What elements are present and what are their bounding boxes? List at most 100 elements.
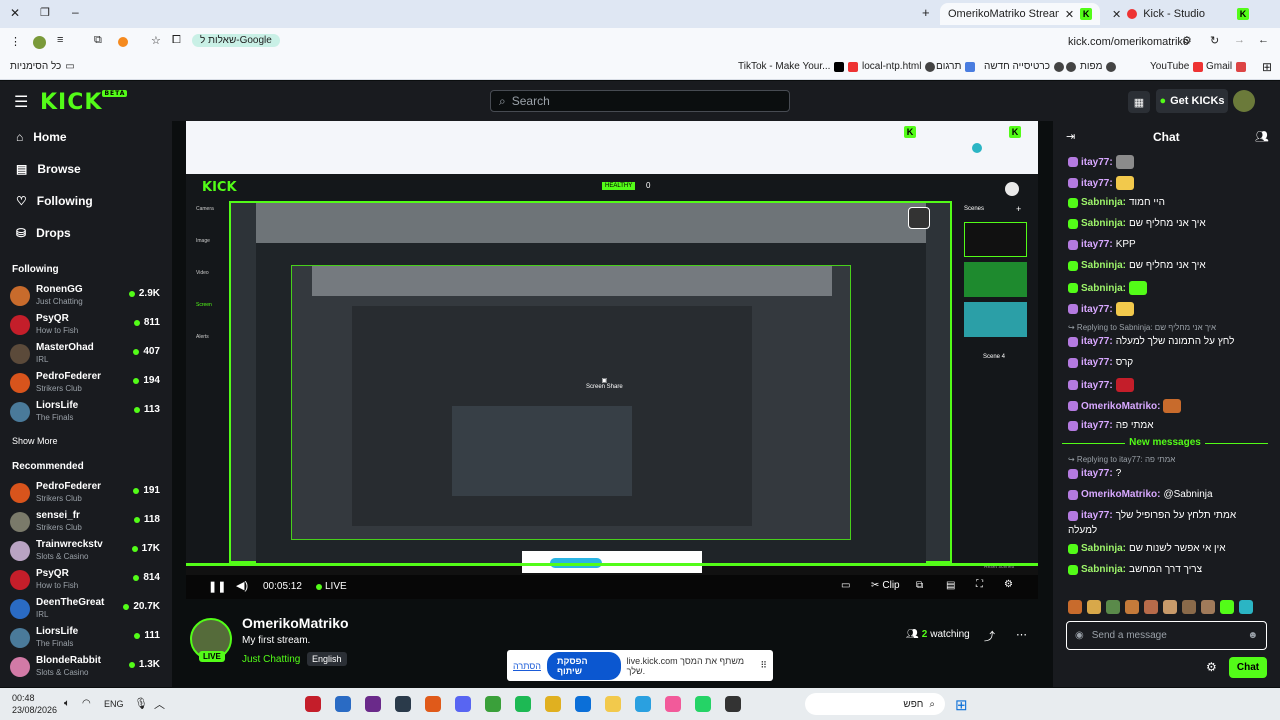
minimize-window-icon[interactable]: – [72,5,79,19]
kick-logo[interactable]: KICK BETA [40,90,128,115]
copilot-icon[interactable] [665,696,681,712]
bookmark-gmail[interactable]: Gmail [1206,61,1247,72]
chat-username[interactable]: itay77: [1081,304,1113,315]
media-controls-icon[interactable]: ≡ [57,34,63,46]
emote-icon[interactable] [1125,600,1139,614]
sidebar-channel[interactable]: PsyQR How to Fish 814 [10,568,162,594]
chat-username[interactable]: itay77: [1081,178,1113,189]
stop-share-button[interactable]: הפסקת שיתוף [546,651,621,680]
settings-gear-icon[interactable]: ⚙ [1004,579,1013,590]
chat-username[interactable]: itay77: [1081,336,1113,347]
reload-icon[interactable]: ↻ [1210,34,1219,47]
chat-message[interactable]: OmerikoMatriko: @Sabninja [1068,489,1213,500]
xbox-icon[interactable] [485,696,501,712]
sidebar-channel[interactable]: LiorsLife The Finals 111 [10,626,162,652]
pause-icon[interactable]: ❚❚ [208,580,226,593]
chat-username[interactable]: itay77: [1081,157,1113,168]
chat-username[interactable]: Sabninja: [1081,564,1126,575]
tab-studio[interactable]: ✕ Kick - Studio [1104,3,1254,25]
chat-message[interactable]: itay77: [1068,302,1134,316]
bookmark-translate[interactable]: תרגום [936,61,976,72]
chat-send-button[interactable]: Chat [1229,657,1267,678]
sidebar-channel[interactable]: sensei_fr Strikers Club 118 [10,510,162,536]
bookmark-star-icon[interactable]: ☆ [151,34,161,47]
mic-icon[interactable]: 🎙︎ [134,697,148,710]
bookmark-local-ntp[interactable]: local-ntp.html [862,61,936,72]
chat-username[interactable]: itay77: [1081,420,1113,431]
files-icon[interactable] [605,696,621,712]
url-text[interactable]: kick.com/omerikomatriko [1068,36,1189,48]
theater-icon[interactable]: ▭ [841,580,850,591]
chat-message[interactable]: itay77: קרס [1068,357,1133,368]
spotify-icon[interactable] [515,696,531,712]
sidebar-channel[interactable]: BlondeRabbit Slots & Casino 1.3K [10,655,162,681]
nav-home[interactable]: ⌂ Home [16,130,67,144]
extensions-icon[interactable]: ⧉ [94,34,102,47]
fullscreen-icon[interactable]: ⛶ [976,579,983,590]
close-tab-icon[interactable]: ✕ [1112,8,1121,21]
sidebar-channel[interactable]: PedroFederer Strikers Club 191 [10,481,162,507]
language-tag[interactable]: English [307,652,347,666]
chat-message[interactable]: Sabninja: צריך דרך המחשב [1068,564,1202,575]
profile-avatar-icon[interactable] [33,36,46,49]
bookmark-youtube[interactable]: YouTube [1150,61,1204,72]
extension-icon[interactable] [118,37,128,47]
close-tab-icon[interactable]: ✕ [1065,8,1074,21]
sidebar-channel[interactable]: LiorsLife The Finals 113 [10,400,162,426]
chat-username[interactable]: OmerikoMatriko: [1081,401,1160,412]
video-player[interactable]: K K KICK HEALTHY 0 Camera Image Video Scree… [186,121,1038,599]
chat-username[interactable]: OmerikoMatriko: [1081,489,1160,500]
tab-stream[interactable]: OmerikoMatriko Stream - Watc ✕ K [940,3,1100,25]
captions-icon[interactable]: ▤ [946,580,955,591]
drag-handle-icon[interactable]: ⠿ [760,660,767,671]
bookmark-new-tab[interactable]: כרטיסייה חדשה [984,61,1064,72]
record-app-icon[interactable] [305,696,321,712]
chat-username[interactable]: Sabninja: [1081,218,1126,229]
back-icon[interactable]: ← [1258,34,1269,46]
volume-tray-icon[interactable]: 🔈︎ [64,698,70,709]
category-link[interactable]: Just Chatting [242,654,300,665]
chrome-icon[interactable] [545,696,561,712]
emote-icon[interactable] [1163,600,1177,614]
channel-name[interactable]: OmerikoMatriko [242,615,349,631]
chat-username[interactable]: itay77: [1081,380,1113,391]
emote-icon[interactable] [1239,600,1253,614]
chat-message[interactable]: Sabninja: [1068,281,1148,295]
chat-users-icon[interactable]: 👥︎ [1255,130,1269,143]
chat-username[interactable]: Sabninja: [1081,283,1126,294]
new-messages-divider[interactable]: New messages [1062,437,1268,448]
translate-icon[interactable]: ⧠ [172,34,181,47]
emote-icon[interactable] [1144,600,1158,614]
chat-message[interactable]: itay77:? [1068,468,1121,479]
emote-icon[interactable] [1182,600,1196,614]
chat-message[interactable]: itay77: [1068,378,1134,392]
whatsapp-icon[interactable] [695,696,711,712]
more-options-icon[interactable]: ⋯ [1016,628,1027,641]
chat-message[interactable]: Sabninja: היי חמוד [1068,197,1165,208]
volume-icon[interactable]: ◀) [236,579,248,592]
all-bookmarks[interactable]: כל הסימניות ▭ [10,61,75,72]
chat-message[interactable]: Sabninja: איך אני מחליף שם [1068,260,1206,271]
new-tab-icon[interactable]: + [922,5,930,20]
emote-icon[interactable] [1087,600,1101,614]
site-settings-icon[interactable]: ⚙ [1182,34,1192,47]
chat-message[interactable]: itay77: לחץ על התמונה שלך למעלה [1068,336,1234,347]
sidebar-channel[interactable]: DeenTheGreat IRL 20.7K [10,597,162,623]
chat-message[interactable]: itay77: [1068,176,1134,190]
emote-icon[interactable] [1068,600,1082,614]
get-kicks-button[interactable]: ● Get KICKs [1156,89,1228,113]
nav-drops[interactable]: ⛁ Drops [16,226,71,240]
wifi-icon[interactable]: ◠ [82,698,91,709]
clip-button[interactable]: ✂ Clip [871,580,900,591]
sidebar-channel[interactable]: PedroFederer Strikers Club 194 [10,371,162,397]
chat-username[interactable]: itay77: [1081,357,1113,368]
forward-icon[interactable]: → [1234,34,1245,46]
lens-chip[interactable]: שאלות ל-Google [192,34,280,47]
sidebar-channel[interactable]: MasterOhad IRL 407 [10,342,162,368]
edge-icon[interactable] [575,696,591,712]
chat-username[interactable]: Sabninja: [1081,260,1126,271]
restore-window-icon[interactable]: ❐ [40,6,50,19]
emoji-icon[interactable]: ☻ [1247,630,1258,641]
chat-username[interactable]: itay77: [1081,468,1113,479]
app-icon[interactable] [365,696,381,712]
